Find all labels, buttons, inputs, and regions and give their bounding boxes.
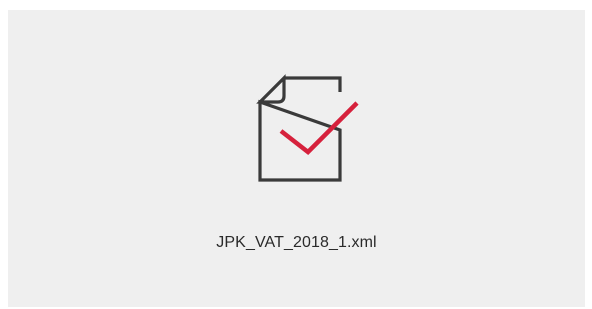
- file-check-icon: [254, 66, 366, 190]
- file-card: JPK_VAT_2018_1.xml: [8, 10, 585, 307]
- file-name: JPK_VAT_2018_1.xml: [216, 234, 377, 251]
